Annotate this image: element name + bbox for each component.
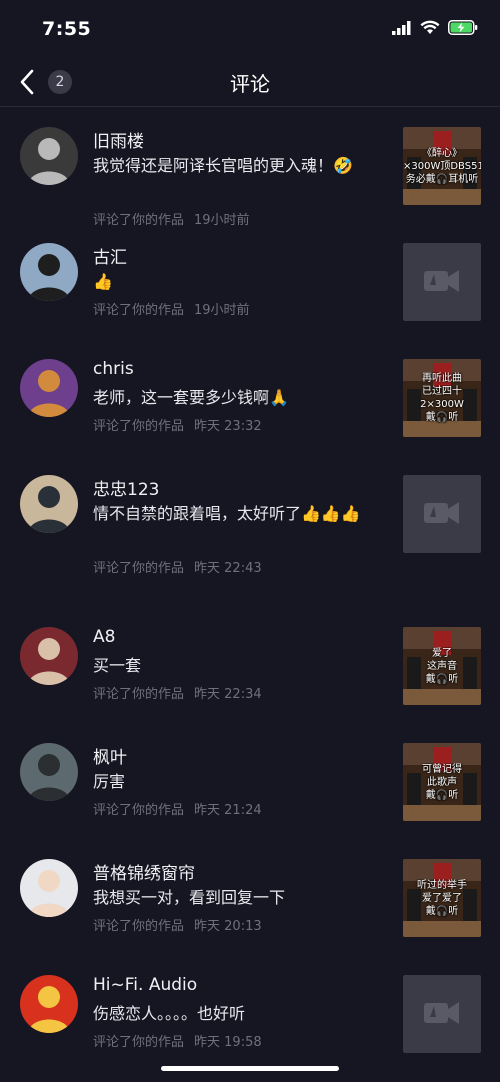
comment-meta: 评论了你的作品 昨天 21:24: [93, 799, 262, 818]
thumbnail-caption: 可曾记得: [422, 764, 462, 775]
video-thumbnail[interactable]: 爱了这声音戴🎧听: [403, 627, 481, 705]
avatar[interactable]: [20, 975, 78, 1033]
comment-row[interactable]: 普格锦绣窗帘 我想买一对，看到回复一下 评论了你的作品 昨天 20:13 听过的举手 爱了…: [0, 839, 500, 955]
comment-row[interactable]: 枫叶厉害评论了你的作品 昨天 21:24 可曾记得此歌声戴🎧听: [0, 723, 500, 839]
comment-text: 👍: [93, 272, 113, 291]
timestamp: 19小时前: [194, 303, 250, 318]
video-thumbnail[interactable]: 听过的举手爱了爱了戴🎧听: [403, 859, 481, 937]
commenter-name[interactable]: 忠忠123: [93, 475, 159, 500]
video-camera-icon: [422, 497, 462, 531]
comment-text: 我觉得还是阿译长官唱的更入魂！🤣: [93, 156, 353, 175]
nav-bar: 2 评论: [0, 58, 500, 107]
comment-text: 老师，这一套要多少钱啊🙏: [93, 388, 289, 407]
thumbnail-caption: 爱了爱了: [422, 893, 462, 904]
comment-row[interactable]: 旧雨楼 我觉得还是阿译长官唱的更入魂！🤣 评论了你的作品 19小时前 《醉心》 ×300W…: [0, 107, 500, 228]
action-text: 评论了你的作品: [93, 687, 185, 702]
thumbnail-caption: 务必戴🎧耳机听: [405, 174, 479, 185]
thumbnail-caption: 戴🎧听: [425, 790, 459, 801]
comment-row[interactable]: 古汇 👍 评论了你的作品 19小时前: [0, 223, 500, 339]
comment-text: 厉害: [93, 772, 126, 791]
comment-row[interactable]: Hi~Fi. Audio 伤感恋人。。。。也好听 评论了你的作品 昨天 19:58: [0, 955, 500, 1071]
comment-meta: 评论了你的作品 昨天 20:13: [93, 915, 262, 934]
action-text: 评论了你的作品: [93, 1035, 185, 1050]
action-text: 评论了你的作品: [93, 561, 185, 576]
video-thumbnail[interactable]: 再听此曲已过四十 2×300W 戴🎧听: [403, 359, 481, 437]
comment-row[interactable]: A8 买一套评论了你的作品 昨天 22:34 爱了这声音戴🎧听: [0, 607, 500, 723]
avatar[interactable]: [20, 359, 78, 417]
page-title: 评论: [230, 72, 270, 96]
thumbnail-caption: ×300W顶DBS51: [403, 161, 481, 172]
comment-meta: 评论了你的作品 昨天 23:32: [93, 415, 262, 434]
commenter-name[interactable]: A8: [93, 627, 115, 647]
commenter-name[interactable]: 旧雨楼: [93, 127, 144, 152]
avatar[interactable]: [20, 243, 78, 301]
comment-meta: 评论了你的作品 昨天 22:43: [93, 557, 262, 576]
comment-text: 情不自禁的跟着唱，太好听了👍👍👍: [93, 504, 361, 523]
thumbnail-caption: 戴🎧听: [425, 906, 459, 917]
thumbnail-caption: 《醉心》: [422, 148, 462, 159]
comment-meta: 评论了你的作品 昨天 22:34: [93, 683, 262, 702]
timestamp: 昨天 20:13: [194, 919, 262, 934]
video-camera-icon: [422, 997, 462, 1031]
comment-meta: 评论了你的作品 19小时前: [93, 299, 250, 318]
status-time: 7:55: [42, 18, 92, 40]
timestamp: 昨天 19:58: [194, 1035, 262, 1050]
battery-charging-icon: [448, 20, 478, 35]
video-thumbnail[interactable]: [403, 975, 481, 1053]
commenter-name[interactable]: chris: [93, 359, 134, 379]
comment-row[interactable]: 忠忠123 情不自禁的跟着唱，太好听了👍👍👍 评论了你的作品 昨天 22:43: [0, 455, 500, 607]
thumbnail-caption: 2×300W: [420, 399, 464, 410]
action-text: 评论了你的作品: [93, 303, 185, 318]
comment-text: 我想买一对，看到回复一下: [93, 888, 286, 907]
avatar[interactable]: [20, 743, 78, 801]
commenter-name[interactable]: 普格锦绣窗帘: [93, 859, 195, 884]
video-thumbnail[interactable]: [403, 475, 481, 553]
action-text: 评论了你的作品: [93, 803, 185, 818]
comment-text: 伤感恋人。。。。也好听: [93, 1004, 246, 1023]
thumbnail-caption: 戴🎧听: [425, 674, 459, 685]
thumbnail-caption: 已过四十: [422, 386, 462, 397]
timestamp: 昨天 21:24: [194, 803, 262, 818]
video-thumbnail[interactable]: 《醉心》 ×300W顶DBS51 务必戴🎧耳机听: [403, 127, 481, 205]
timestamp: 昨天 22:43: [194, 561, 262, 576]
thumbnail-caption: 戴🎧听: [425, 412, 459, 423]
comment-row[interactable]: chris 老师，这一套要多少钱啊🙏 评论了你的作品 昨天 23:32 再听此曲已过四十…: [0, 339, 500, 455]
video-thumbnail[interactable]: 可曾记得此歌声戴🎧听: [403, 743, 481, 821]
action-text: 评论了你的作品: [93, 419, 185, 434]
action-text: 评论了你的作品: [93, 919, 185, 934]
thumbnail-caption: 再听此曲: [422, 373, 462, 384]
thumbnail-caption: 这声音: [427, 661, 457, 672]
avatar[interactable]: [20, 859, 78, 917]
thumbnail-caption: 此歌声: [427, 777, 457, 788]
commenter-name[interactable]: 古汇: [93, 243, 127, 268]
video-camera-icon: [422, 265, 462, 299]
avatar[interactable]: [20, 127, 78, 185]
home-indicator: [161, 1066, 339, 1071]
avatar[interactable]: [20, 475, 78, 533]
thumbnail-caption: 听过的举手: [417, 880, 467, 891]
comment-meta: 评论了你的作品 昨天 19:58: [93, 1031, 262, 1050]
timestamp: 昨天 23:32: [194, 419, 262, 434]
video-thumbnail[interactable]: [403, 243, 481, 321]
avatar[interactable]: [20, 627, 78, 685]
wifi-icon: [420, 20, 440, 34]
commenter-name[interactable]: 枫叶: [93, 743, 127, 768]
thumbnail-caption: 爱了: [432, 648, 452, 659]
signal-icon: [392, 20, 411, 35]
status-icons: [392, 20, 478, 35]
commenter-name[interactable]: Hi~Fi. Audio: [93, 975, 197, 995]
timestamp: 昨天 22:34: [194, 687, 262, 702]
comment-text: 买一套: [93, 656, 142, 675]
status-bar: 7:55: [0, 0, 500, 58]
